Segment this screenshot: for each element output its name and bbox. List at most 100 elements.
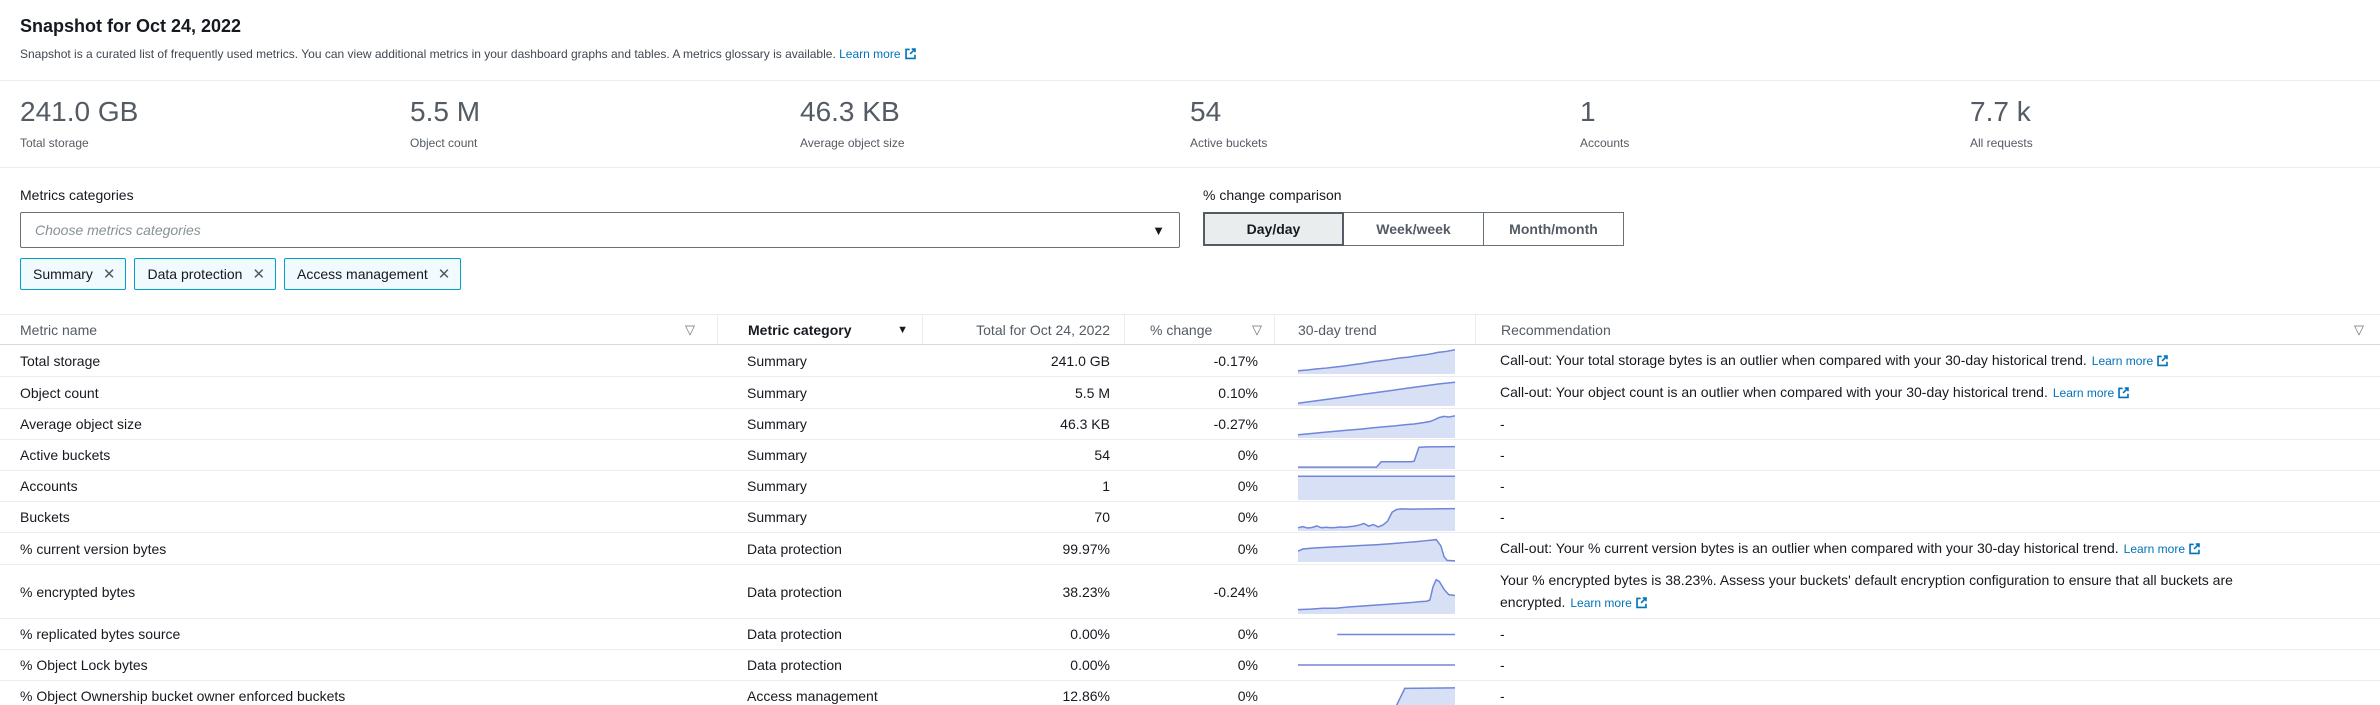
overview-stats: 241.0 GB Total storage 5.5 M Object coun… (0, 81, 2380, 168)
trend-cell (1274, 681, 1475, 705)
stat-active-buckets: 54 Active buckets (1190, 95, 1580, 151)
trend-sparkline-chart (1298, 652, 1455, 679)
external-link-icon (904, 47, 917, 60)
metric-change-cell: 0% (1124, 619, 1274, 649)
stat-label: Object count (410, 135, 800, 151)
metrics-categories-select[interactable]: Choose metrics categories ▼ (20, 212, 1180, 248)
table-row: Buckets Summary 70 0% - (0, 502, 2380, 533)
table-row: % replicated bytes source Data protectio… (0, 619, 2380, 650)
metric-name-cell: Average object size (0, 409, 717, 439)
segment-month-month[interactable]: Month/month (1483, 212, 1624, 246)
column-header-recommendation[interactable]: Recommendation ▽ (1475, 315, 2380, 344)
page-description: Snapshot is a curated list of frequently… (20, 46, 2360, 62)
stat-value: 241.0 GB (20, 95, 410, 129)
recommendation-cell: Call-out: Your % current version bytes i… (1475, 533, 2380, 564)
metric-total-cell: 1 (922, 471, 1124, 501)
sort-descending-icon[interactable]: ▼ (897, 324, 908, 336)
metric-category-cell: Access management (717, 681, 922, 705)
stat-value: 5.5 M (410, 95, 800, 129)
trend-cell (1274, 502, 1475, 532)
filter-icon[interactable]: ▽ (685, 322, 695, 338)
stat-object-count: 5.5 M Object count (410, 95, 800, 151)
recommendation-cell: - (1475, 440, 2380, 470)
trend-sparkline-chart (1298, 535, 1455, 562)
recommendation-cell: - (1475, 471, 2380, 501)
metric-change-cell: 0% (1124, 650, 1274, 680)
table-row: % Object Ownership bucket owner enforced… (0, 681, 2380, 705)
metric-name-cell: Total storage (0, 345, 717, 376)
segment-week-week[interactable]: Week/week (1343, 212, 1484, 246)
stat-value: 46.3 KB (800, 95, 1190, 129)
external-link-icon (2117, 386, 2130, 399)
column-header-total[interactable]: Total for Oct 24, 2022 (922, 315, 1124, 344)
metric-category-cell: Data protection (717, 650, 922, 680)
metric-change-cell: 0% (1124, 533, 1274, 564)
metric-category-cell: Summary (717, 440, 922, 470)
metric-change-cell: 0% (1124, 502, 1274, 532)
table-header: Metric name ▽ Metric category ▼ Total fo… (0, 314, 2380, 345)
close-icon[interactable]: ✕ (438, 267, 451, 282)
learn-more-link[interactable]: Learn more (1570, 596, 1647, 610)
column-header-change[interactable]: % change ▽ (1124, 315, 1274, 344)
metric-name-cell: % replicated bytes source (0, 619, 717, 649)
metric-change-cell: -0.24% (1124, 565, 1274, 618)
select-placeholder: Choose metrics categories (35, 222, 1152, 238)
metric-total-cell: 12.86% (922, 681, 1124, 705)
stat-value: 1 (1580, 95, 1970, 129)
filter-icon[interactable]: ▽ (2354, 322, 2364, 338)
trend-sparkline-chart (1298, 347, 1455, 374)
trend-sparkline-chart (1298, 683, 1455, 705)
stat-label: Accounts (1580, 135, 1970, 151)
external-link-icon (2156, 354, 2169, 367)
learn-more-link[interactable]: Learn more (2053, 386, 2130, 400)
metric-name-cell: Accounts (0, 471, 717, 501)
trend-sparkline-chart (1298, 379, 1455, 406)
stat-total-storage: 241.0 GB Total storage (20, 95, 410, 151)
metric-category-cell: Data protection (717, 619, 922, 649)
metric-total-cell: 0.00% (922, 619, 1124, 649)
recommendation-cell: - (1475, 619, 2380, 649)
learn-more-link[interactable]: Learn more (2124, 542, 2201, 556)
recommendation-cell: - (1475, 409, 2380, 439)
column-header-metric-category[interactable]: Metric category ▼ (717, 315, 922, 344)
metric-name-cell: Object count (0, 377, 717, 408)
filter-icon[interactable]: ▽ (1252, 322, 1262, 338)
metric-total-cell: 99.97% (922, 533, 1124, 564)
close-icon[interactable]: ✕ (103, 267, 116, 282)
table-row: Average object size Summary 46.3 KB -0.2… (0, 409, 2380, 440)
metric-category-cell: Summary (717, 345, 922, 376)
segment-day-day[interactable]: Day/day (1203, 212, 1344, 246)
table-row: Total storage Summary 241.0 GB -0.17% Ca… (0, 345, 2380, 377)
recommendation-cell: - (1475, 650, 2380, 680)
trend-sparkline-chart (1298, 504, 1455, 531)
stat-accounts: 1 Accounts (1580, 95, 1970, 151)
stat-label: All requests (1970, 135, 2360, 151)
metric-total-cell: 5.5 M (922, 377, 1124, 408)
close-icon[interactable]: ✕ (252, 267, 265, 282)
stat-label: Total storage (20, 135, 410, 151)
metric-category-cell: Summary (717, 502, 922, 532)
learn-more-link[interactable]: Learn more (839, 47, 916, 61)
metric-name-cell: % Object Ownership bucket owner enforced… (0, 681, 717, 705)
stat-label: Average object size (800, 135, 1190, 151)
page-title: Snapshot for Oct 24, 2022 (20, 14, 2360, 38)
table-row: Active buckets Summary 54 0% - (0, 440, 2380, 471)
table-row: % Object Lock bytes Data protection 0.00… (0, 650, 2380, 681)
metric-change-cell: 0% (1124, 471, 1274, 501)
chevron-down-icon[interactable]: ▼ (1152, 223, 1165, 238)
table-row: % encrypted bytes Data protection 38.23%… (0, 565, 2380, 619)
trend-sparkline-chart (1298, 473, 1455, 500)
table-row: Accounts Summary 1 0% - (0, 471, 2380, 502)
metric-name-cell: % Object Lock bytes (0, 650, 717, 680)
metric-category-cell: Data protection (717, 533, 922, 564)
metric-total-cell: 54 (922, 440, 1124, 470)
recommendation-cell: - (1475, 681, 2380, 705)
column-header-metric-name[interactable]: Metric name ▽ (0, 315, 717, 344)
metric-change-cell: 0% (1124, 681, 1274, 705)
learn-more-link[interactable]: Learn more (2092, 354, 2169, 368)
table-row: Object count Summary 5.5 M 0.10% Call-ou… (0, 377, 2380, 409)
trend-cell (1274, 619, 1475, 649)
page-description-text: Snapshot is a curated list of frequently… (20, 47, 836, 61)
tag-data-protection: Data protection ✕ (134, 258, 276, 290)
recommendation-cell: - (1475, 502, 2380, 532)
